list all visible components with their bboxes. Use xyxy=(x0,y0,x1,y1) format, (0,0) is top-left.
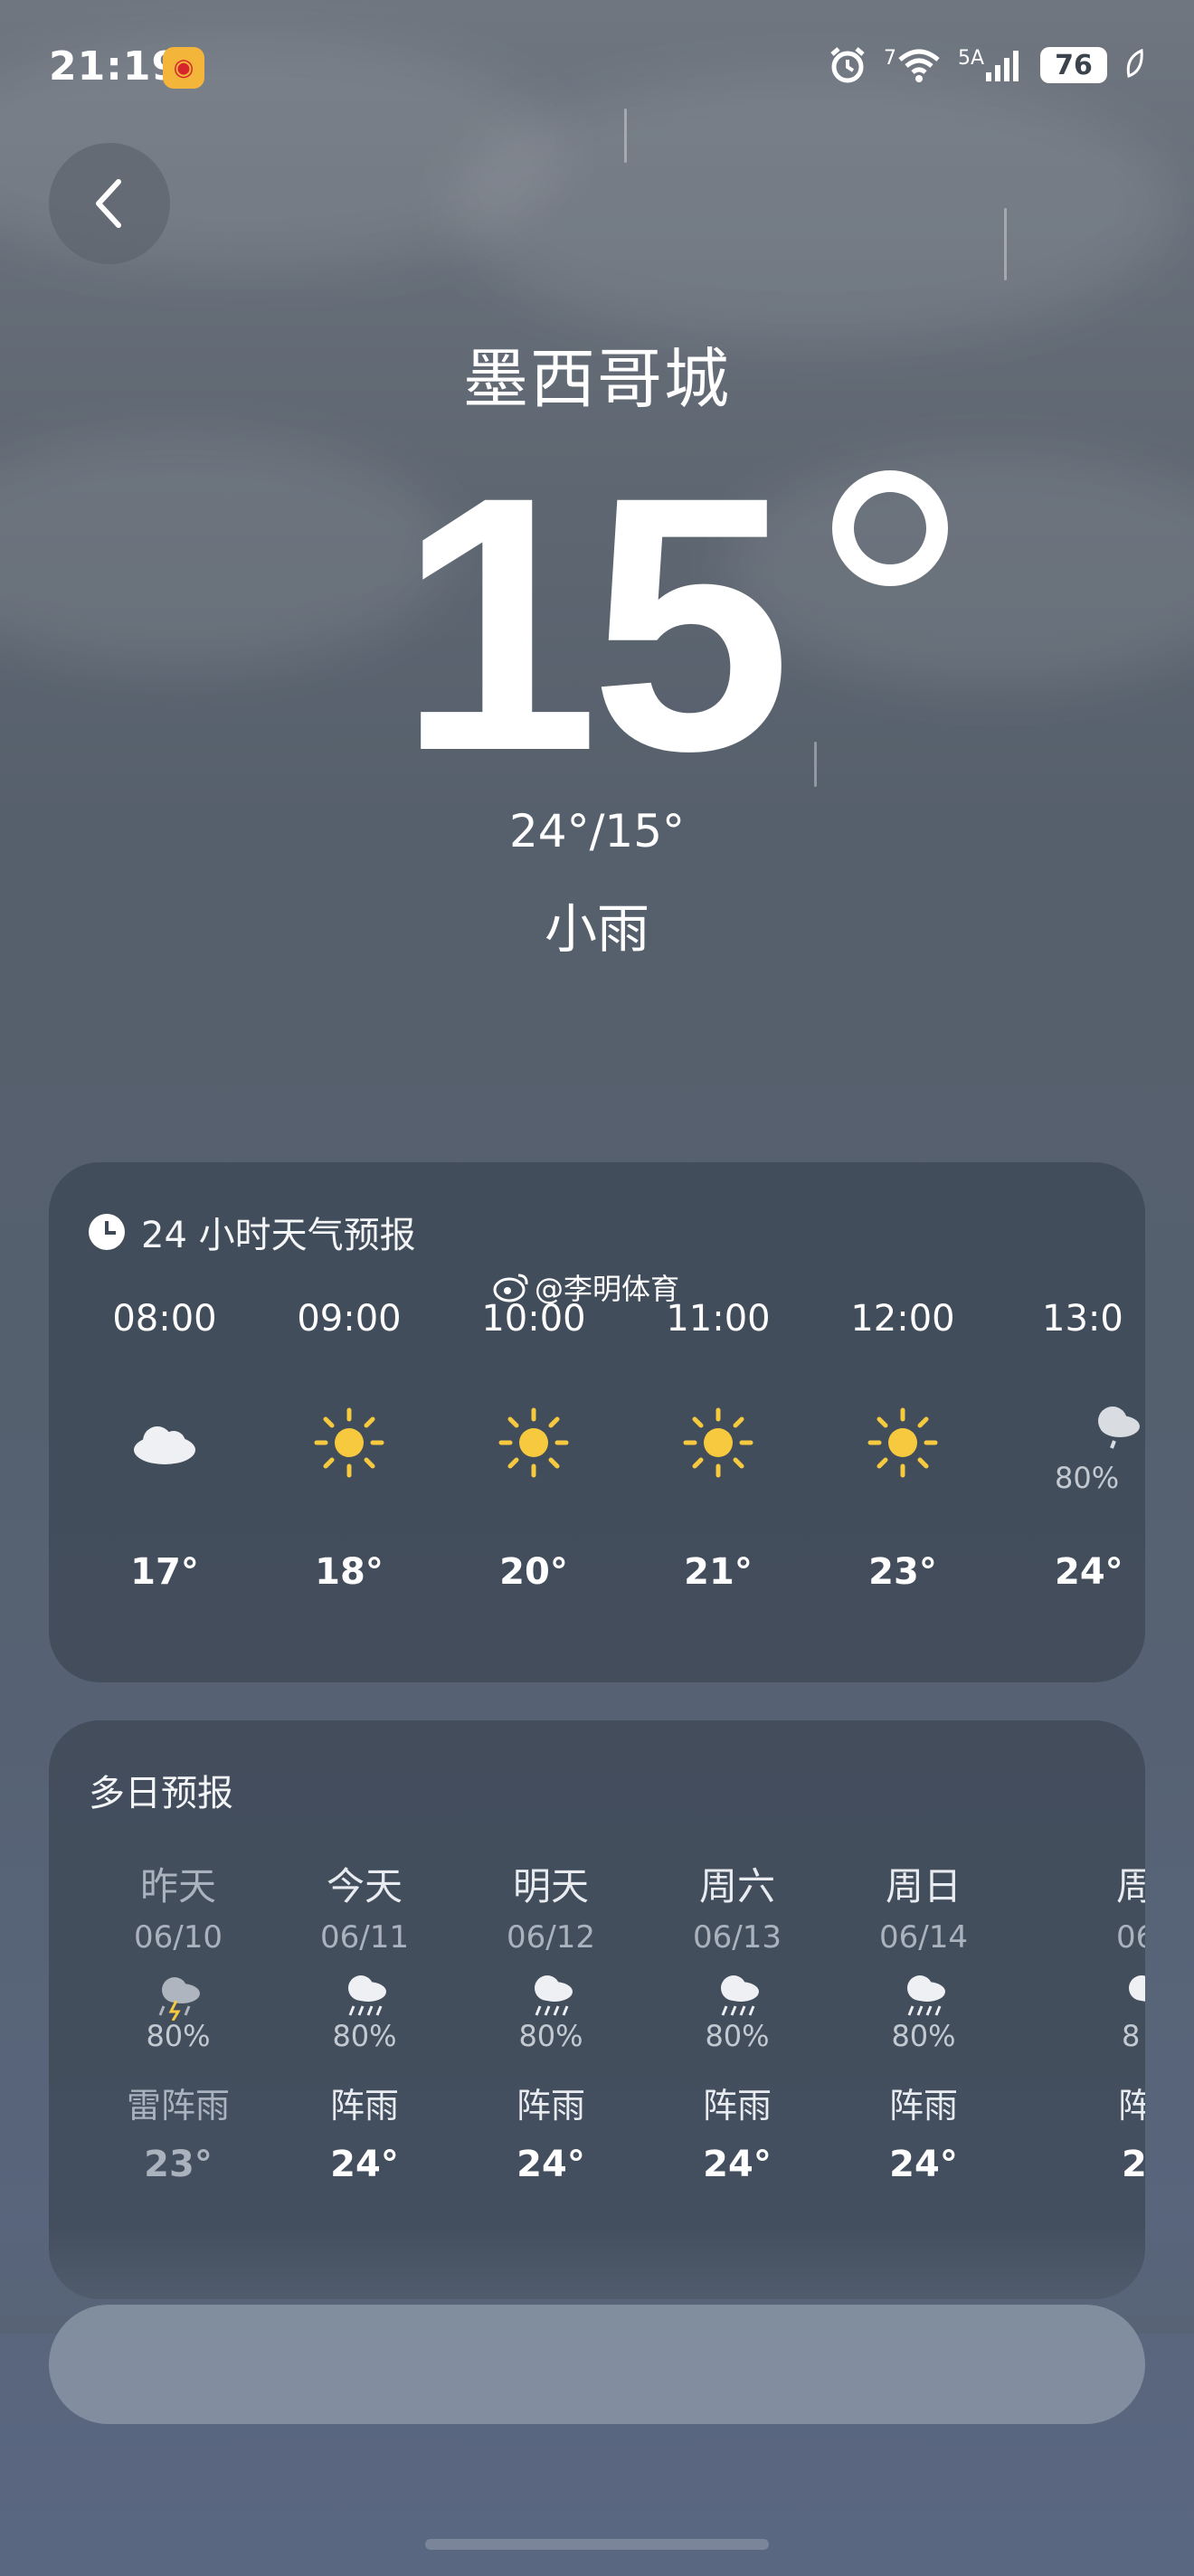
weibo-app-icon: ◉ xyxy=(163,47,204,89)
wifi-label: 7 xyxy=(883,47,896,70)
rain-cloud-icon xyxy=(721,1975,759,2016)
hourly-forecast-card[interactable]: 24 小时天气预报 08:00 17° 09:00 18° 10:00 20° … xyxy=(49,1162,1145,1682)
back-button[interactable] xyxy=(49,143,170,264)
sun-icon xyxy=(867,1407,938,1478)
sun-icon xyxy=(498,1407,569,1478)
weibo-icon xyxy=(493,1274,528,1302)
temperature-range: 24°/15° xyxy=(508,805,686,857)
daily-list[interactable]: 昨天 06/10 80% 雷阵雨 23° 今天 06/11 80% 阵雨 24°… xyxy=(49,1856,1145,2272)
signal-icon xyxy=(986,51,1019,81)
weibo-watermark: @李明体育 xyxy=(493,1266,679,1308)
clock-icon xyxy=(89,1214,125,1250)
thunder-rain-icon xyxy=(158,1977,200,2021)
status-time: 21:19 xyxy=(49,43,181,90)
alarm-icon xyxy=(830,47,865,83)
current-temperature: 15 xyxy=(398,421,791,826)
sun-icon xyxy=(314,1407,384,1478)
chevron-left-icon xyxy=(96,179,121,228)
sun-icon xyxy=(683,1407,753,1478)
daily-forecast-title: 多日预报 xyxy=(89,1773,233,1814)
hourly-list[interactable]: 08:00 17° 09:00 18° 10:00 20° 11:00 21° … xyxy=(49,1298,1145,1660)
rain-cloud-icon xyxy=(1098,1406,1140,1449)
battery-indicator: 76 xyxy=(1040,47,1107,83)
degree-symbol xyxy=(832,470,948,586)
signal-label: 5A xyxy=(957,47,984,70)
hourly-forecast-title: 24 小时天气预报 xyxy=(141,1215,416,1256)
rain-cloud-icon xyxy=(907,1975,945,2016)
home-indicator[interactable] xyxy=(425,2539,769,2550)
leaf-icon xyxy=(1126,49,1143,79)
cloud-icon xyxy=(134,1426,195,1464)
rain-cloud-icon xyxy=(1129,1975,1145,2002)
status-bar: 21:19 ◉ 7 5A 76 xyxy=(49,43,1145,98)
bottom-action-bar[interactable] xyxy=(49,2305,1145,2424)
city-name: 墨西哥城 xyxy=(462,341,731,417)
rain-cloud-icon xyxy=(535,1975,573,2016)
weather-condition: 小雨 xyxy=(544,898,649,960)
rain-cloud-icon xyxy=(348,1975,386,2016)
daily-forecast-card[interactable]: 多日预报 昨天 06/10 80% 雷阵雨 23° 今天 06/11 80% 阵… xyxy=(49,1720,1145,2299)
wifi-icon xyxy=(898,49,940,82)
